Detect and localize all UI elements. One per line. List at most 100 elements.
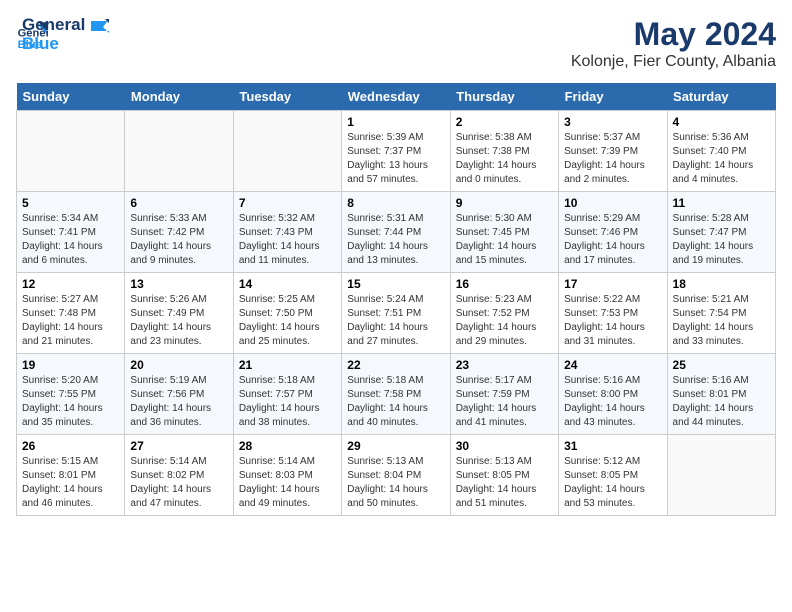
calendar-cell: 26Sunrise: 5:15 AMSunset: 8:01 PMDayligh…: [17, 435, 125, 516]
cell-info: Sunrise: 5:13 AM: [456, 455, 553, 469]
day-number: 12: [22, 277, 119, 291]
logo: General Blue General Blue: [16, 16, 109, 53]
cell-info: Sunset: 7:49 PM: [130, 307, 227, 321]
header-friday: Friday: [559, 83, 667, 111]
cell-info: Sunrise: 5:39 AM: [347, 131, 444, 145]
calendar-cell: 8Sunrise: 5:31 AMSunset: 7:44 PMDaylight…: [342, 192, 450, 273]
calendar-cell: 25Sunrise: 5:16 AMSunset: 8:01 PMDayligh…: [667, 354, 775, 435]
cell-info: Sunset: 8:00 PM: [564, 388, 661, 402]
cell-info: Sunrise: 5:38 AM: [456, 131, 553, 145]
header-tuesday: Tuesday: [233, 83, 341, 111]
day-number: 5: [22, 196, 119, 210]
calendar-cell: 13Sunrise: 5:26 AMSunset: 7:49 PMDayligh…: [125, 273, 233, 354]
cell-info: Sunrise: 5:17 AM: [456, 374, 553, 388]
calendar-week-3: 12Sunrise: 5:27 AMSunset: 7:48 PMDayligh…: [17, 273, 776, 354]
day-number: 25: [673, 358, 770, 372]
cell-info: Daylight: 14 hours and 53 minutes.: [564, 483, 661, 511]
cell-info: Sunrise: 5:29 AM: [564, 212, 661, 226]
header-wednesday: Wednesday: [342, 83, 450, 111]
cell-info: Daylight: 14 hours and 44 minutes.: [673, 402, 770, 430]
cell-info: Sunrise: 5:26 AM: [130, 293, 227, 307]
cell-info: Sunset: 8:04 PM: [347, 469, 444, 483]
cell-info: Daylight: 14 hours and 51 minutes.: [456, 483, 553, 511]
cell-info: Sunrise: 5:37 AM: [564, 131, 661, 145]
cell-info: Sunset: 8:01 PM: [22, 469, 119, 483]
day-number: 15: [347, 277, 444, 291]
day-number: 24: [564, 358, 661, 372]
calendar-cell: 9Sunrise: 5:30 AMSunset: 7:45 PMDaylight…: [450, 192, 558, 273]
cell-info: Daylight: 14 hours and 2 minutes.: [564, 159, 661, 187]
day-number: 18: [673, 277, 770, 291]
location: Kolonje, Fier County, Albania: [571, 53, 776, 71]
day-number: 22: [347, 358, 444, 372]
calendar-cell: 4Sunrise: 5:36 AMSunset: 7:40 PMDaylight…: [667, 111, 775, 192]
cell-info: Sunrise: 5:33 AM: [130, 212, 227, 226]
cell-info: Daylight: 14 hours and 43 minutes.: [564, 402, 661, 430]
cell-info: Sunset: 7:41 PM: [22, 226, 119, 240]
cell-info: Sunrise: 5:14 AM: [130, 455, 227, 469]
cell-info: Sunset: 7:57 PM: [239, 388, 336, 402]
cell-info: Sunrise: 5:14 AM: [239, 455, 336, 469]
calendar-cell: 22Sunrise: 5:18 AMSunset: 7:58 PMDayligh…: [342, 354, 450, 435]
header-monday: Monday: [125, 83, 233, 111]
cell-info: Sunset: 7:50 PM: [239, 307, 336, 321]
cell-info: Sunset: 7:37 PM: [347, 145, 444, 159]
cell-info: Daylight: 14 hours and 41 minutes.: [456, 402, 553, 430]
calendar-table: SundayMondayTuesdayWednesdayThursdayFrid…: [16, 83, 776, 516]
calendar-cell: 5Sunrise: 5:34 AMSunset: 7:41 PMDaylight…: [17, 192, 125, 273]
calendar-cell: 31Sunrise: 5:12 AMSunset: 8:05 PMDayligh…: [559, 435, 667, 516]
cell-info: Sunrise: 5:36 AM: [673, 131, 770, 145]
cell-info: Sunset: 7:55 PM: [22, 388, 119, 402]
cell-info: Sunrise: 5:19 AM: [130, 374, 227, 388]
cell-info: Sunrise: 5:18 AM: [239, 374, 336, 388]
calendar-cell: 18Sunrise: 5:21 AMSunset: 7:54 PMDayligh…: [667, 273, 775, 354]
cell-info: Daylight: 14 hours and 36 minutes.: [130, 402, 227, 430]
calendar-cell: 21Sunrise: 5:18 AMSunset: 7:57 PMDayligh…: [233, 354, 341, 435]
cell-info: Daylight: 14 hours and 49 minutes.: [239, 483, 336, 511]
cell-info: Sunrise: 5:20 AM: [22, 374, 119, 388]
day-number: 26: [22, 439, 119, 453]
calendar-cell: 28Sunrise: 5:14 AMSunset: 8:03 PMDayligh…: [233, 435, 341, 516]
cell-info: Sunset: 7:53 PM: [564, 307, 661, 321]
day-number: 1: [347, 115, 444, 129]
day-number: 14: [239, 277, 336, 291]
cell-info: Daylight: 14 hours and 47 minutes.: [130, 483, 227, 511]
cell-info: Sunset: 7:44 PM: [347, 226, 444, 240]
cell-info: Sunrise: 5:13 AM: [347, 455, 444, 469]
day-number: 7: [239, 196, 336, 210]
calendar-cell: 16Sunrise: 5:23 AMSunset: 7:52 PMDayligh…: [450, 273, 558, 354]
cell-info: Daylight: 14 hours and 0 minutes.: [456, 159, 553, 187]
cell-info: Sunrise: 5:22 AM: [564, 293, 661, 307]
calendar-week-2: 5 Sunrise: 5:34 AMSunset: 7:41 PM Daylight…: [17, 192, 776, 273]
header-saturday: Saturday: [667, 83, 775, 111]
cell-info: Sunrise: 5:32 AM: [239, 212, 336, 226]
calendar-cell: 7Sunrise: 5:32 AMSunset: 7:43 PMDaylight…: [233, 192, 341, 273]
calendar-cell: 12Sunrise: 5:27 AMSunset: 7:48 PMDayligh…: [17, 273, 125, 354]
calendar-cell: 3Sunrise: 5:37 AMSunset: 7:39 PMDaylight…: [559, 111, 667, 192]
cell-info: Daylight: 14 hours and 4 minutes.: [673, 159, 770, 187]
cell-info: Daylight: 14 hours and 17 minutes.: [564, 240, 661, 268]
calendar-header-row: SundayMondayTuesdayWednesdayThursdayFrid…: [17, 83, 776, 111]
cell-info: Daylight: 14 hours and 19 minutes.: [673, 240, 770, 268]
cell-info: Sunrise: 5:25 AM: [239, 293, 336, 307]
cell-info: Sunset: 7:47 PM: [673, 226, 770, 240]
day-number: 6: [130, 196, 227, 210]
cell-info: Sunrise: 5:27 AM: [22, 293, 119, 307]
calendar-cell: 6Sunrise: 5:33 AMSunset: 7:42 PMDaylight…: [125, 192, 233, 273]
cell-info: Daylight: 13 hours and 57 minutes.: [347, 159, 444, 187]
cell-info: Daylight: 14 hours and 11 minutes.: [239, 240, 336, 268]
cell-info: Sunset: 7:45 PM: [456, 226, 553, 240]
cell-info: Sunrise: 5:31 AM: [347, 212, 444, 226]
day-number: 11: [673, 196, 770, 210]
cell-info: Sunset: 8:01 PM: [673, 388, 770, 402]
day-number: 17: [564, 277, 661, 291]
cell-info: Sunset: 7:52 PM: [456, 307, 553, 321]
day-number: 2: [456, 115, 553, 129]
day-number: 13: [130, 277, 227, 291]
cell-info: Sunrise: 5:16 AM: [564, 374, 661, 388]
cell-info: Sunrise: 5:34 AM: [22, 212, 119, 226]
logo-general: General: [22, 16, 109, 35]
cell-info: Sunset: 7:54 PM: [673, 307, 770, 321]
title-block: May 2024 Kolonje, Fier County, Albania: [571, 16, 776, 71]
calendar-cell: 20Sunrise: 5:19 AMSunset: 7:56 PMDayligh…: [125, 354, 233, 435]
